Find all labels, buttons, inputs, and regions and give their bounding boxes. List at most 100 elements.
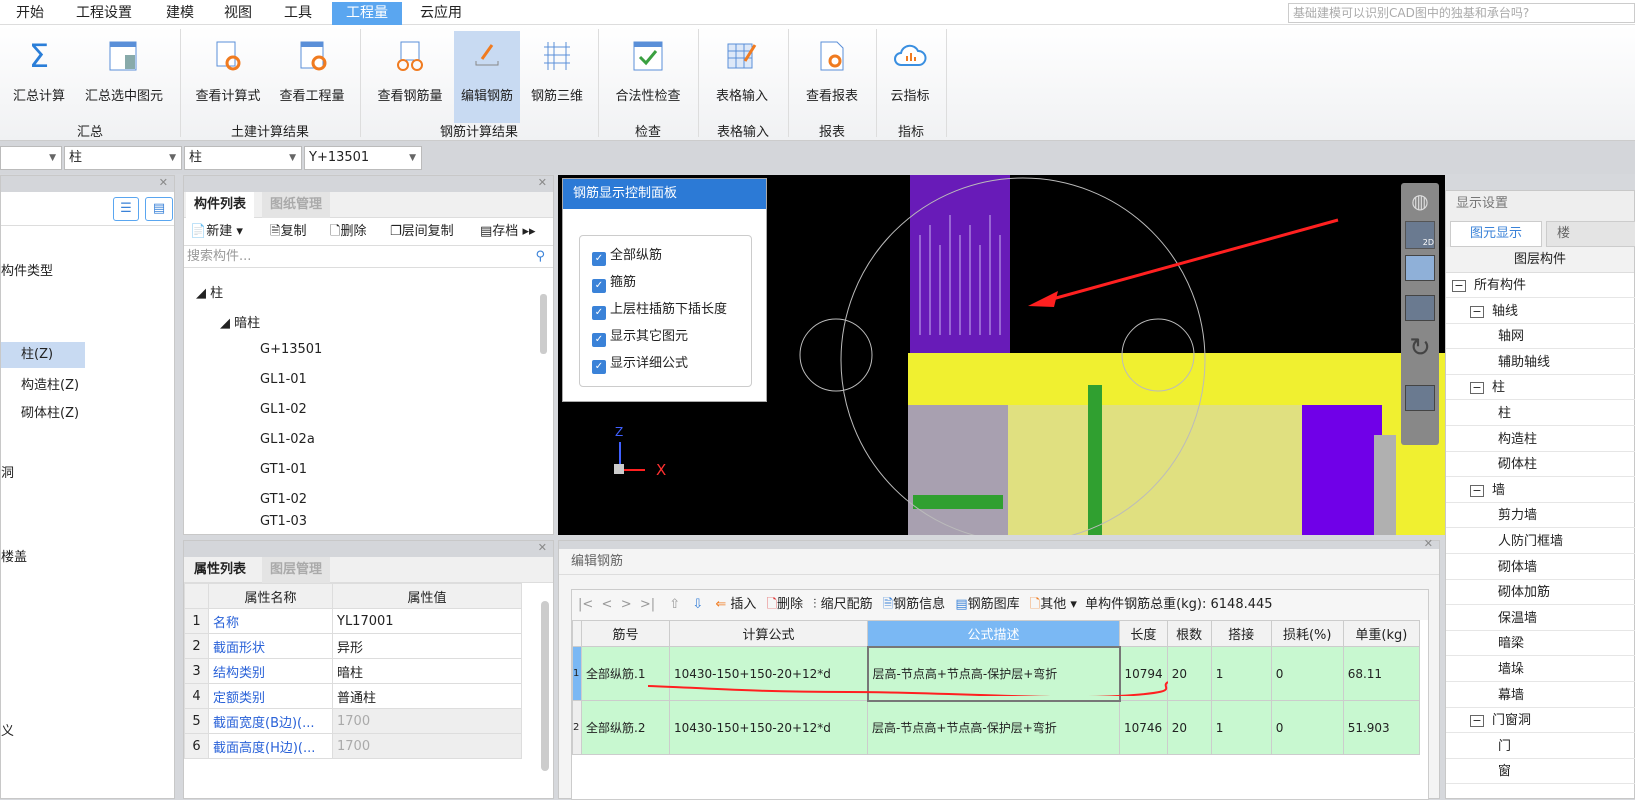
property-value[interactable]: 1700 <box>332 708 522 734</box>
property-row[interactable]: 2 截面形状 异形 <box>184 633 522 659</box>
selected-column-header[interactable]: 公式描述 <box>867 620 1120 647</box>
display-option-checkbox[interactable]: ✓ 全部纵筋 <box>592 244 751 271</box>
tab-element-display[interactable]: 图元显示 <box>1450 221 1542 247</box>
collapse-icon[interactable]: − <box>1452 280 1466 292</box>
layer-tree-item[interactable]: 幕墙 <box>1446 683 1635 708</box>
type-item-opening[interactable]: 洞 <box>1 462 14 481</box>
help-search-input[interactable]: 基础建模可以识别CAD图中的独基和承台吗? <box>1288 3 1635 23</box>
rebar-row[interactable]: 2 全部纵筋.2 10430-150+150-20+12*d 层高-节点高+节点高-保… <box>572 700 1421 755</box>
view-formula-button[interactable]: 查看计算式 <box>188 31 268 123</box>
layer-tree-item[interactable]: 轴网 <box>1446 324 1635 350</box>
tree-node-column[interactable]: ◢ 柱 <box>196 282 223 301</box>
display-option-checkbox[interactable]: ✓ 显示详细公式 <box>592 352 751 379</box>
rebar-cell[interactable]: 0 <box>1270 700 1344 755</box>
collapse-icon[interactable]: − <box>1470 305 1484 318</box>
view-report-button[interactable]: 查看报表 <box>796 31 868 123</box>
view-quantity-button[interactable]: 查看工程量 <box>272 31 352 123</box>
solid-cube-icon[interactable] <box>1405 295 1435 321</box>
rebar-cell[interactable]: 20 <box>1166 646 1212 701</box>
tab-floor-display[interactable]: 楼 <box>1546 221 1635 247</box>
legality-check-button[interactable]: 合法性检查 <box>606 31 690 123</box>
scrollbar[interactable] <box>541 601 549 771</box>
close-icon[interactable]: ✕ <box>538 541 547 554</box>
move-down-icon[interactable]: ⇩ <box>692 597 703 612</box>
summary-selected-button[interactable]: 汇总选中图元 <box>76 31 172 123</box>
rebar-cell[interactable]: 全部纵筋.2 <box>581 700 670 755</box>
property-value[interactable]: 1700 <box>332 733 522 759</box>
property-value[interactable]: YL17001 <box>332 608 522 634</box>
layer-tree-item[interactable]: − 门窗洞 <box>1446 708 1635 734</box>
nav-first-prev-next-last[interactable]: |< < > >| <box>578 597 655 612</box>
tab-layer-management[interactable]: 图层管理 <box>262 557 331 583</box>
tree-item[interactable]: GL1-01 <box>260 372 307 387</box>
delete-button[interactable]: 🗋删除 <box>767 597 803 612</box>
layer-tree-item[interactable]: − 墙 <box>1446 478 1635 503</box>
search-icon[interactable]: ⚲ <box>535 246 545 268</box>
checkbox-checked-icon[interactable]: ✓ <box>592 333 606 347</box>
collapse-icon[interactable]: − <box>1470 715 1484 728</box>
rebar-cell[interactable]: 1 <box>1210 646 1272 701</box>
delete-button[interactable]: 🗋删除 <box>330 218 366 246</box>
rebar-cell[interactable]: 68.11 <box>1342 646 1421 701</box>
layer-tree-item[interactable]: 构造柱 <box>1446 427 1635 452</box>
display-option-checkbox[interactable]: ✓ 上层柱插筋下插长度 <box>592 298 751 325</box>
category-dropdown[interactable]: 柱 ▼ <box>64 146 182 170</box>
tab-modeling[interactable]: 建模 <box>156 2 204 25</box>
property-row[interactable]: 6 截面高度(H边)(... 1700 <box>184 733 522 759</box>
table-input-button[interactable]: 表格输入 <box>704 31 780 123</box>
layer-tree-item[interactable]: 砌体柱 <box>1446 452 1635 478</box>
tab-view[interactable]: 视图 <box>214 2 262 25</box>
checkbox-checked-icon[interactable]: ✓ <box>592 252 606 266</box>
rebar-cell[interactable]: 0 <box>1270 646 1344 701</box>
new-button[interactable]: 📄新建 ▾ <box>190 218 243 246</box>
layer-tree-item[interactable]: 辅助轴线 <box>1446 350 1635 375</box>
close-icon[interactable]: ✕ <box>1424 537 1433 550</box>
floor-dropdown[interactable]: ▼ <box>0 146 62 170</box>
rebar-cell[interactable]: 51.903 <box>1342 700 1421 755</box>
wireframe-cube-icon[interactable] <box>1405 255 1435 281</box>
type-dropdown[interactable]: 柱 ▼ <box>184 146 302 170</box>
layer-tree-item[interactable]: − 柱 <box>1446 375 1635 401</box>
rebar-library-button[interactable]: ▤钢筋图库 <box>955 597 1019 612</box>
component-dropdown[interactable]: Y+13501 ▼ <box>304 146 422 170</box>
layer-tree-item[interactable]: 砌体墙 <box>1446 555 1635 580</box>
property-row[interactable]: 3 结构类别 暗柱 <box>184 658 522 684</box>
card-view-icon[interactable]: ▤ <box>145 197 173 221</box>
archive-button[interactable]: ▤存档 ▸▸ <box>480 218 536 246</box>
rebar-info-button[interactable]: 🗎钢筋信息 <box>883 597 945 612</box>
tree-item[interactable]: GT1-03 <box>260 514 307 529</box>
tab-cloud[interactable]: 云应用 <box>410 2 472 25</box>
summary-calc-button[interactable]: Σ 汇总计算 <box>6 31 72 123</box>
scrollbar[interactable] <box>540 294 547 354</box>
tree-node-hidden-column[interactable]: ◢ 暗柱 <box>220 312 260 331</box>
layer-tree-item[interactable]: 窗 <box>1446 759 1635 785</box>
tree-item[interactable]: G+13501 <box>260 342 322 357</box>
orbit-icon[interactable]: ◍ <box>1405 189 1435 215</box>
tab-tools[interactable]: 工具 <box>274 2 322 25</box>
rebar-3d-button[interactable]: 钢筋三维 <box>524 31 590 123</box>
close-icon[interactable]: ✕ <box>538 176 547 189</box>
type-item-masonry-column[interactable]: 砌体柱(Z) <box>21 402 79 421</box>
layer-tree-item[interactable]: − 所有构件 <box>1446 273 1635 298</box>
collapse-icon[interactable]: − <box>1470 484 1484 497</box>
layer-tree-item[interactable]: 人防门框墙 <box>1446 529 1635 554</box>
floor-copy-button[interactable]: ❐层间复制 <box>390 218 454 246</box>
property-row[interactable]: 5 截面宽度(B边)(... 1700 <box>184 708 522 734</box>
checkbox-checked-icon[interactable]: ✓ <box>592 279 606 293</box>
layer-tree-item[interactable]: 保温墙 <box>1446 606 1635 631</box>
layer-tree-item[interactable]: 剪力墙 <box>1446 503 1635 529</box>
2d-view-button[interactable]: 2D <box>1405 221 1435 249</box>
move-up-icon[interactable]: ⇧ <box>669 597 680 612</box>
scale-rebar-button[interactable]: ⫶ 缩尺配筋 <box>813 597 872 612</box>
layer-tree-item[interactable]: 砌体加筋 <box>1446 580 1635 606</box>
property-row[interactable]: 4 定额类别 普通柱 <box>184 683 522 709</box>
insert-button[interactable]: ⇐ 插入 <box>715 597 756 612</box>
list-view-icon[interactable]: ☰ <box>113 197 139 221</box>
property-value[interactable]: 暗柱 <box>332 658 522 684</box>
other-dropdown[interactable]: 🗋其他 ▾ <box>1030 597 1077 612</box>
layer-tree-item[interactable]: 墙垛 <box>1446 657 1635 682</box>
type-item-custom[interactable]: 义 <box>1 720 14 739</box>
tab-property-list[interactable]: 属性列表 <box>186 557 254 583</box>
layer-tree-item[interactable]: 柱 <box>1446 401 1635 426</box>
layer-tree-item[interactable]: 门 <box>1446 734 1635 759</box>
